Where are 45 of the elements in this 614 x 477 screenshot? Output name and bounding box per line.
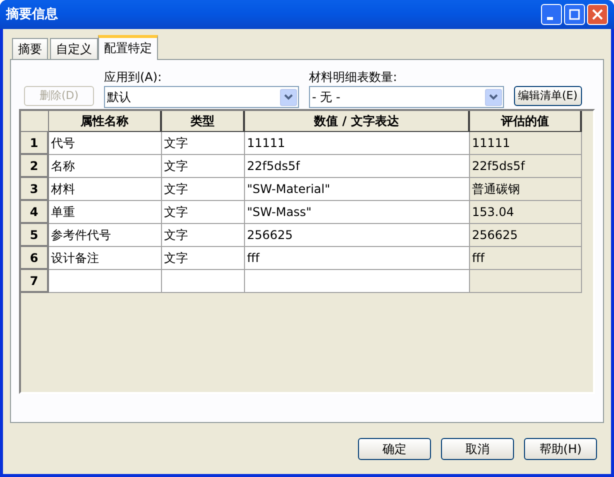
field-label: 材料明细表数量:	[309, 69, 398, 86]
table-cell: 文字	[162, 224, 245, 247]
table-cell: 22f5ds5f	[470, 155, 582, 178]
tab[interactable]: 摘要	[12, 38, 48, 59]
table-cell: 文字	[162, 178, 245, 201]
minimize-icon[interactable]	[541, 4, 562, 25]
table-cell: 22f5ds5f	[245, 155, 470, 178]
tab[interactable]: 配置特定	[98, 35, 158, 60]
maximize-icon[interactable]	[564, 4, 585, 25]
table-cell: 文字	[162, 247, 245, 270]
edit-list-button[interactable]: 编辑清单(E)	[514, 86, 582, 106]
table-cell: fff	[245, 247, 470, 270]
quantity-dropdown[interactable]: - 无 -	[309, 86, 504, 108]
table-cell: "SW-Mass"	[245, 201, 470, 224]
table-cell: 11111	[245, 132, 470, 155]
column-header: 评估的值	[470, 111, 582, 132]
table-cell: 普通碳钢	[470, 178, 582, 201]
field-label: 应用到(A):	[104, 69, 163, 86]
table-cell: 文字	[162, 155, 245, 178]
table-cell: fff	[470, 247, 582, 270]
apply-to-dropdown[interactable]: 默认	[104, 86, 299, 108]
table-cell: 材料	[49, 178, 162, 201]
table-cell: 文字	[162, 132, 245, 155]
table-cell: 文字	[162, 201, 245, 224]
table-cell: 代号	[49, 132, 162, 155]
column-header: 属性名称	[49, 111, 162, 132]
dialog-button[interactable]: 取消	[441, 438, 514, 460]
table-cell: 设计备注	[49, 247, 162, 270]
table-cell: 11111	[470, 132, 582, 155]
table-cell: 参考件代号	[49, 224, 162, 247]
table-cell: 单重	[49, 201, 162, 224]
window-title: 摘要信息	[6, 6, 58, 24]
table-cell: 名称	[49, 155, 162, 178]
table-cell: 153.04	[470, 201, 582, 224]
tab[interactable]: 自定义	[50, 38, 98, 59]
column-header: 数值 / 文字表达	[245, 111, 470, 132]
combo-value: - 无 -	[312, 89, 340, 106]
table-cell: 256625	[245, 224, 470, 247]
column-header: 类型	[162, 111, 245, 132]
dialog-button[interactable]: 确定	[358, 438, 431, 460]
close-icon[interactable]	[587, 4, 608, 25]
combo-value: 默认	[107, 89, 131, 106]
table-cell: 256625	[470, 224, 582, 247]
table-cell: "SW-Material"	[245, 178, 470, 201]
dialog-button[interactable]: 帮助(H)	[524, 438, 597, 460]
